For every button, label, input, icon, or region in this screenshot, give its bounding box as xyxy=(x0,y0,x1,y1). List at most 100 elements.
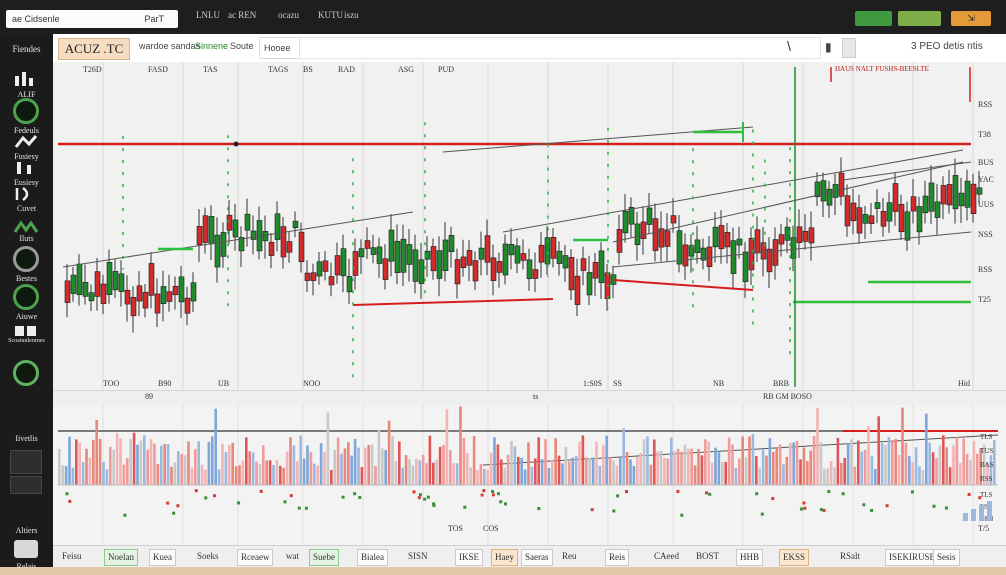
volume-bar xyxy=(863,449,867,485)
search-input[interactable] xyxy=(299,37,821,59)
volume-bar xyxy=(765,455,768,485)
bottom-tab-3[interactable]: Kuea xyxy=(149,549,176,566)
square-icon[interactable] xyxy=(14,540,38,558)
square-icon[interactable] xyxy=(10,450,42,474)
candle xyxy=(460,256,467,268)
candle xyxy=(298,231,305,263)
volume-dot xyxy=(417,496,421,500)
toolbar-field[interactable]: Hooee xyxy=(259,37,301,59)
menu-item-2[interactable]: ac REN xyxy=(228,10,256,20)
square-icon[interactable] xyxy=(10,476,42,494)
bottom-tab-5[interactable]: Rceaew xyxy=(237,549,274,566)
volume-bar xyxy=(979,505,984,521)
volume-bar xyxy=(449,450,452,485)
volume-bar xyxy=(591,457,595,485)
volume-dot xyxy=(237,501,241,505)
zoom-icon[interactable]: ▮ xyxy=(825,40,832,54)
bottom-tab-6[interactable]: wat xyxy=(283,549,302,564)
volume-dot xyxy=(491,493,495,497)
volume-dot xyxy=(353,492,357,496)
lime-action-button[interactable] xyxy=(898,11,941,26)
toolbar-label-1[interactable]: wardoe sandas xyxy=(139,41,200,51)
bottom-tab-2[interactable]: Noelan xyxy=(104,549,138,566)
bottom-tab-17[interactable]: HHB xyxy=(736,549,764,566)
volume-bar xyxy=(336,437,340,485)
volume-bar xyxy=(540,459,544,485)
volume-bar xyxy=(170,466,173,485)
bottom-tab-8[interactable]: Bialea xyxy=(357,549,388,566)
volume-dot xyxy=(204,496,208,500)
menu-item-5[interactable]: iszu xyxy=(344,10,359,20)
bottom-tab-12[interactable]: Saeras xyxy=(521,549,553,566)
bottom-tab-9[interactable]: SISN xyxy=(405,549,431,564)
volume-bar xyxy=(700,455,704,485)
volume-dot xyxy=(426,495,430,499)
volume-bar xyxy=(200,464,204,485)
volume-bar xyxy=(513,446,517,485)
price-chart[interactable]: T26D FASD TAS TAGS BS RAD ASG PUD HAUS NALT FUSH… xyxy=(53,62,1006,390)
grid-icon xyxy=(15,326,36,336)
volume-bar xyxy=(520,457,523,485)
menu-item-4[interactable]: KUTU xyxy=(318,10,343,20)
symbol-input[interactable]: ACUZ .TC xyxy=(58,38,130,60)
bottom-tab-21[interactable]: Sesis xyxy=(933,549,960,566)
bottom-tab-4[interactable]: Soeks xyxy=(194,549,222,564)
sidebar-item-label: Bestes xyxy=(16,274,37,283)
candle xyxy=(574,275,581,305)
menu-item-1[interactable]: LNLU xyxy=(196,10,220,20)
volume-chart[interactable]: TLSTUSBASRSSTLSNST&8TOS COS T/5 xyxy=(53,405,1006,545)
bottom-tab-14[interactable]: Reis xyxy=(605,549,630,566)
volume-bar xyxy=(588,457,591,485)
bottom-tab-16[interactable]: BOST xyxy=(693,549,722,564)
volume-bar xyxy=(724,461,727,485)
candle-icon xyxy=(14,135,38,148)
address-field[interactable]: ae Cidsenle ParT xyxy=(6,10,178,28)
candlestick-chart[interactable]: T26D FASD TAS TAGS BS RAD ASG PUD HAUS NALT FUSH… xyxy=(53,62,1006,390)
bottom-tab-13[interactable]: Reu xyxy=(559,549,580,564)
volume-dot xyxy=(885,504,889,508)
bottom-toolbar: Feisu Noelan Kuea Soeks Rceaew wat Suebe Bialea… xyxy=(53,545,1006,568)
bottom-tab-11[interactable]: Haey xyxy=(491,549,518,566)
menu-item-3[interactable]: ocazu xyxy=(278,10,299,20)
orange-action-button[interactable]: ⇲ xyxy=(951,11,991,26)
candle xyxy=(508,243,515,256)
volume-bar xyxy=(207,441,211,485)
green-action-button[interactable] xyxy=(855,11,892,26)
bottom-tab-1[interactable]: Feisu xyxy=(59,549,85,564)
divider-left-label: 89 xyxy=(145,392,153,401)
volume-bar xyxy=(670,437,673,485)
volume-bar xyxy=(313,463,316,485)
volume-bar xyxy=(377,430,381,485)
volume-bar xyxy=(608,457,612,485)
candle xyxy=(322,260,329,272)
bottom-tab-15[interactable]: CAeed xyxy=(651,549,682,564)
volume-bar xyxy=(809,450,812,485)
pencil-icon[interactable]: \ xyxy=(787,38,791,54)
volume-panel[interactable]: TLS TUS BAS RSS TLS NS T&8 TOS COS T/5 xyxy=(53,405,1006,545)
volume-bar xyxy=(347,442,350,485)
volume-bar xyxy=(547,467,551,485)
toolbar-right-label[interactable]: 3 PEO detis ntis xyxy=(911,41,983,52)
volume-bar xyxy=(466,453,469,485)
bottom-tab-20[interactable]: ISEKIRUSE xyxy=(885,549,940,566)
volume-time-label: T/5 xyxy=(978,524,989,533)
toolbar-label-2[interactable]: Sinnene xyxy=(195,41,228,51)
bottom-tab-7[interactable]: Suebe xyxy=(309,549,339,566)
layout-button[interactable] xyxy=(842,38,856,58)
volume-bar xyxy=(955,437,959,485)
candle xyxy=(280,226,287,258)
volume-bar xyxy=(908,455,911,485)
volume-bar xyxy=(761,448,765,485)
candle xyxy=(466,250,473,266)
toolbar-label-3[interactable]: Soute xyxy=(230,41,254,51)
sidebar-item-label: Iluts xyxy=(19,234,34,243)
volume-bar xyxy=(963,513,968,521)
volume-bar xyxy=(211,436,214,485)
volume-dot xyxy=(932,504,936,508)
volume-bar xyxy=(190,467,194,485)
volume-dot xyxy=(259,489,263,493)
bottom-tab-19[interactable]: RSalt xyxy=(837,549,863,564)
bottom-tab-10[interactable]: IKSE xyxy=(455,549,483,566)
bottom-tab-18[interactable]: EKSS xyxy=(779,549,810,566)
volume-bar xyxy=(262,445,265,485)
